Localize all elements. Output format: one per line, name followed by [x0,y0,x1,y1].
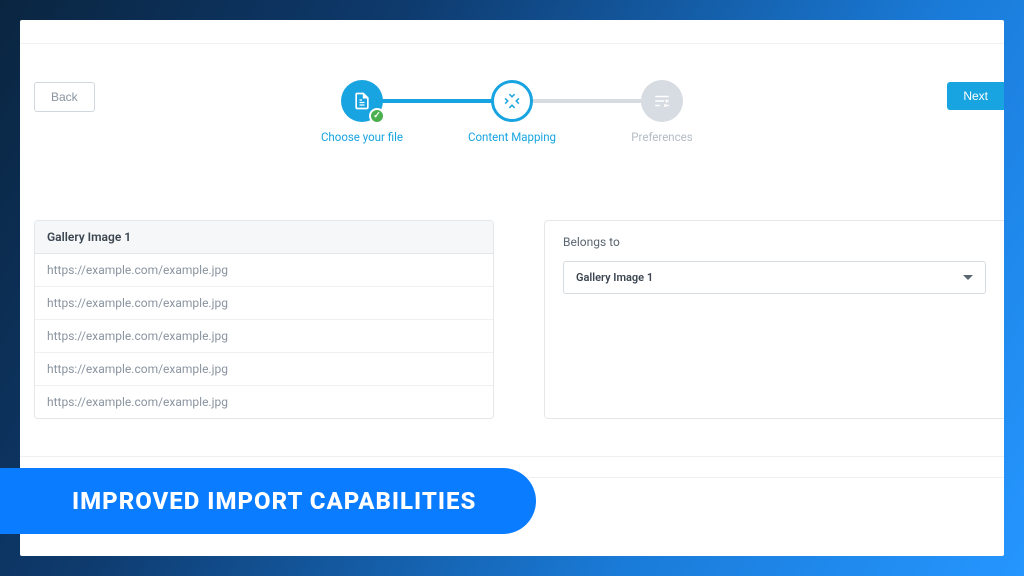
app-frame: Back Next ✓ Choose your file Content [0,0,1024,576]
source-column-panel: Gallery Image 1 https://example.com/exam… [34,220,494,419]
step-label: Preferences [631,130,692,144]
back-button[interactable]: Back [34,82,95,112]
source-column-header: Gallery Image 1 [35,221,493,254]
select-value: Gallery Image 1 [576,271,653,284]
belongs-to-label: Belongs to [563,235,986,249]
step-choose-file[interactable]: ✓ Choose your file [287,80,437,144]
file-icon [352,91,372,111]
mapping-target-panel: Belongs to Gallery Image 1 [544,220,1004,419]
step-circle-active [491,80,533,122]
sliders-icon [653,92,671,110]
wizard-stepper: ✓ Choose your file Content Mapping Prefe… [287,80,737,144]
compress-arrows-icon [503,92,521,110]
feature-banner: Improved Import Capabilities [0,468,536,534]
step-preferences[interactable]: Preferences [587,80,737,144]
list-item: https://example.com/example.jpg [35,320,493,353]
check-badge-icon: ✓ [369,108,385,124]
step-label: Choose your file [321,130,403,144]
step-connector-1 [382,99,492,103]
step-label: Content Mapping [468,130,556,144]
step-circle-done: ✓ [341,80,383,122]
list-item: https://example.com/example.jpg [35,287,493,320]
step-content-mapping[interactable]: Content Mapping [437,80,587,144]
list-item: https://example.com/example.jpg [35,353,493,386]
next-button[interactable]: Next [947,82,1004,110]
step-circle-pending [641,80,683,122]
step-connector-2 [532,99,642,103]
content-row: Gallery Image 1 https://example.com/exam… [34,220,1004,419]
list-item: https://example.com/example.jpg [35,254,493,287]
top-border [20,20,1004,44]
chevron-down-icon [963,275,973,280]
list-item: https://example.com/example.jpg [35,386,493,418]
belongs-to-select[interactable]: Gallery Image 1 [563,261,986,294]
header-row: Back Next ✓ Choose your file Content [20,80,1004,170]
